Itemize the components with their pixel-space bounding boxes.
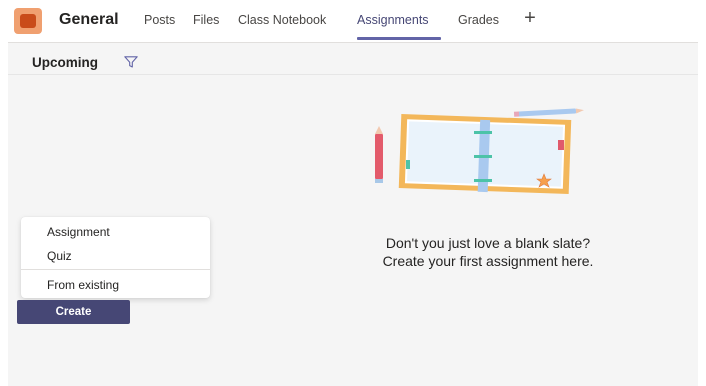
tab-assignments[interactable]: Assignments	[357, 12, 429, 28]
tab-class-notebook[interactable]: Class Notebook	[238, 12, 326, 28]
empty-state-line-1: Don't you just love a blank slate?	[385, 235, 591, 251]
create-menu: Assignment Quiz From existing	[21, 217, 210, 298]
binder-ring	[474, 131, 492, 134]
menu-item-from-existing[interactable]: From existing	[21, 273, 210, 297]
empty-state-message: Don't you just love a blank slate? Creat…	[308, 234, 668, 270]
add-tab-icon[interactable]: +	[520, 8, 540, 30]
page-tab	[406, 160, 410, 169]
menu-item-label: Assignment	[47, 225, 110, 239]
tab-posts[interactable]: Posts	[144, 12, 175, 28]
assignments-page: General Posts Files Class Notebook Assig…	[8, 0, 698, 386]
menu-item-quiz[interactable]: Quiz	[21, 244, 210, 268]
team-icon-inner	[20, 14, 36, 28]
tab-files[interactable]: Files	[193, 12, 219, 28]
menu-item-label: Quiz	[47, 249, 72, 263]
view-bar	[8, 43, 698, 75]
menu-divider	[21, 269, 210, 270]
channel-name: General	[59, 11, 119, 28]
bookmark-tab	[558, 140, 564, 150]
tab-grades[interactable]: Grades	[458, 12, 499, 28]
menu-item-assignment[interactable]: Assignment	[21, 220, 210, 244]
empty-state-line-2: Create your first assignment here.	[382, 253, 594, 269]
create-button[interactable]: Create	[17, 300, 130, 324]
menu-item-label: From existing	[47, 278, 120, 292]
blue-pencil-icon	[513, 108, 584, 117]
channel-header: General Posts Files Class Notebook Assig…	[8, 0, 698, 43]
team-icon[interactable]	[14, 8, 42, 34]
binder-ring	[474, 179, 492, 182]
filter-icon[interactable]	[124, 56, 138, 68]
red-pencil-icon	[375, 126, 383, 183]
binder-ring	[474, 155, 492, 158]
view-title: Upcoming	[32, 55, 98, 70]
active-tab-indicator	[357, 37, 441, 40]
blank-slate-illustration	[375, 108, 584, 194]
